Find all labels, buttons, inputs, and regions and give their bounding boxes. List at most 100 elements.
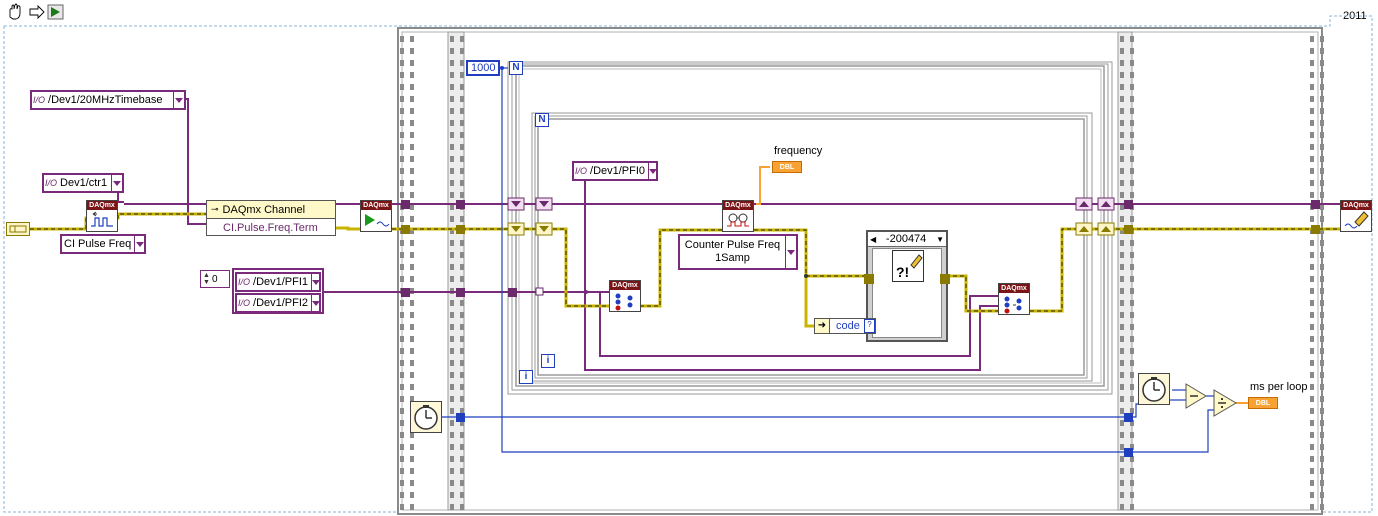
- sprocket-hole: [1320, 240, 1324, 246]
- sprocket-hole: [410, 48, 414, 54]
- sprocket-hole: [1320, 300, 1324, 306]
- sprocket-hole: [450, 468, 454, 474]
- sprocket-hole: [1320, 432, 1324, 438]
- sprocket-hole: [400, 72, 404, 78]
- sprocket-hole: [460, 240, 464, 246]
- sprocket-hole: [400, 264, 404, 270]
- sprocket-hole: [1310, 336, 1314, 342]
- channel-property-node[interactable]: ⊸ DAQmx Channel CI.Pulse.Freq.Term: [206, 200, 336, 236]
- sprocket-hole: [1320, 72, 1324, 78]
- chevron-down-icon[interactable]: [785, 236, 796, 268]
- sprocket-hole: [1310, 120, 1314, 126]
- counter-input-icon: [91, 211, 113, 227]
- sprocket-hole: [1310, 480, 1314, 486]
- sprocket-hole: [1310, 348, 1314, 354]
- pfi1-constant[interactable]: I/O/Dev1/PFI1: [235, 272, 321, 292]
- sprocket-hole: [450, 60, 454, 66]
- sprocket-hole: [1310, 492, 1314, 498]
- sprocket-hole: [1130, 252, 1134, 258]
- sprocket-hole: [1320, 396, 1324, 402]
- array-index-display[interactable]: ▲ ▼ 0: [200, 270, 230, 288]
- sprocket-hole: [1320, 144, 1324, 150]
- sprocket-hole: [410, 348, 414, 354]
- case-dropdown-icon[interactable]: ▼: [936, 235, 944, 244]
- create-channel-vi[interactable]: DAQmx: [86, 200, 118, 232]
- frequency-indicator[interactable]: DBL: [772, 161, 802, 173]
- sprocket-hole: [1120, 252, 1124, 258]
- timebase-constant[interactable]: I/O/Dev1/20MHzTimebase: [30, 90, 186, 110]
- sprocket-hole: [400, 444, 404, 450]
- sprocket-hole: [1320, 276, 1324, 282]
- sprocket-hole: [410, 132, 414, 138]
- inner-loop-count-terminal[interactable]: N: [535, 113, 549, 127]
- chevron-down-icon[interactable]: [173, 92, 184, 108]
- clear-task-vi[interactable]: DAQmx: [1340, 200, 1372, 232]
- counter-constant[interactable]: I/O Dev1/ctr1: [42, 173, 124, 193]
- unbundle-code-node[interactable]: ➜ code ?: [814, 318, 876, 334]
- sprocket-hole: [1310, 192, 1314, 198]
- chevron-down-icon[interactable]: [111, 175, 122, 191]
- sprocket-hole: [1320, 468, 1324, 474]
- pfi2-constant[interactable]: I/O/Dev1/PFI2: [235, 293, 321, 313]
- sprocket-hole: [1310, 144, 1314, 150]
- daqmx-read-vi[interactable]: DAQmx: [722, 200, 754, 232]
- property-item[interactable]: CI.Pulse.Freq.Term: [207, 219, 335, 236]
- inner-loop-iteration-terminal: i: [541, 354, 555, 368]
- sprocket-hole: [1320, 504, 1324, 510]
- sprocket-hole: [1130, 144, 1134, 150]
- start-task-vi[interactable]: DAQmx: [360, 200, 392, 232]
- sprocket-hole: [1310, 240, 1314, 246]
- sprocket-hole: [1130, 468, 1134, 474]
- sprocket-hole: [450, 348, 454, 354]
- error-cluster-constant[interactable]: [6, 222, 30, 236]
- sprocket-hole: [450, 456, 454, 462]
- chevron-down-icon[interactable]: [648, 163, 657, 179]
- sprocket-hole: [410, 492, 414, 498]
- tick-count-timer-end[interactable]: [1138, 373, 1170, 405]
- sprocket-hole: [460, 120, 464, 126]
- sprocket-hole: [1120, 336, 1124, 342]
- sprocket-hole: [410, 372, 414, 378]
- chevron-down-icon[interactable]: [311, 295, 320, 311]
- sprocket-hole: [460, 192, 464, 198]
- pfi0-constant[interactable]: I/O/Dev1/PFI0: [572, 161, 658, 181]
- chevron-down-icon[interactable]: [134, 236, 144, 252]
- sprocket-hole: [460, 72, 464, 78]
- eraser-question-icon: ?!: [896, 254, 923, 280]
- sprocket-hole: [460, 492, 464, 498]
- sprocket-hole: [1130, 216, 1134, 222]
- read-mode-constant[interactable]: Counter Pulse Freq 1Samp: [678, 234, 798, 270]
- sprocket-hole: [400, 96, 404, 102]
- sprocket-hole: [1120, 156, 1124, 162]
- decrement-arrow-icon[interactable]: ◀: [870, 235, 876, 244]
- sprocket-hole: [410, 192, 414, 198]
- ms-per-loop-indicator[interactable]: DBL: [1248, 397, 1278, 409]
- sprocket-hole: [1320, 288, 1324, 294]
- measurement-type-constant[interactable]: CI Pulse Freq: [60, 234, 146, 254]
- disconnect-terms-vi[interactable]: DAQmx: [609, 280, 641, 312]
- sprocket-hole: [410, 84, 414, 90]
- sprocket-hole: [1310, 456, 1314, 462]
- sprocket-hole: [1130, 96, 1134, 102]
- sprocket-hole: [1120, 372, 1124, 378]
- connect-terms-vi[interactable]: DAQmx: [998, 283, 1030, 315]
- sprocket-hole: [1130, 300, 1134, 306]
- index-stepper-icon[interactable]: ▲ ▼: [203, 272, 210, 286]
- tick-count-timer-start[interactable]: [410, 401, 442, 433]
- sprocket-hole: [400, 456, 404, 462]
- sprocket-hole: [400, 324, 404, 330]
- sprocket-hole: [460, 132, 464, 138]
- sprocket-hole: [1320, 456, 1324, 462]
- sprocket-hole: [410, 108, 414, 114]
- sprocket-hole: [410, 96, 414, 102]
- case-selector[interactable]: ◀ -200474 ▼: [868, 232, 946, 247]
- outer-loop-count-terminal[interactable]: N: [509, 61, 523, 75]
- sprocket-hole: [400, 216, 404, 222]
- sprocket-hole: [1120, 432, 1124, 438]
- sprocket-hole: [1320, 348, 1324, 354]
- sprocket-hole: [1310, 300, 1314, 306]
- clear-errors-vi[interactable]: ?!: [892, 250, 924, 282]
- iterations-constant[interactable]: 1000: [466, 60, 501, 76]
- chevron-down-icon[interactable]: [311, 274, 320, 290]
- sprocket-hole: [450, 120, 454, 126]
